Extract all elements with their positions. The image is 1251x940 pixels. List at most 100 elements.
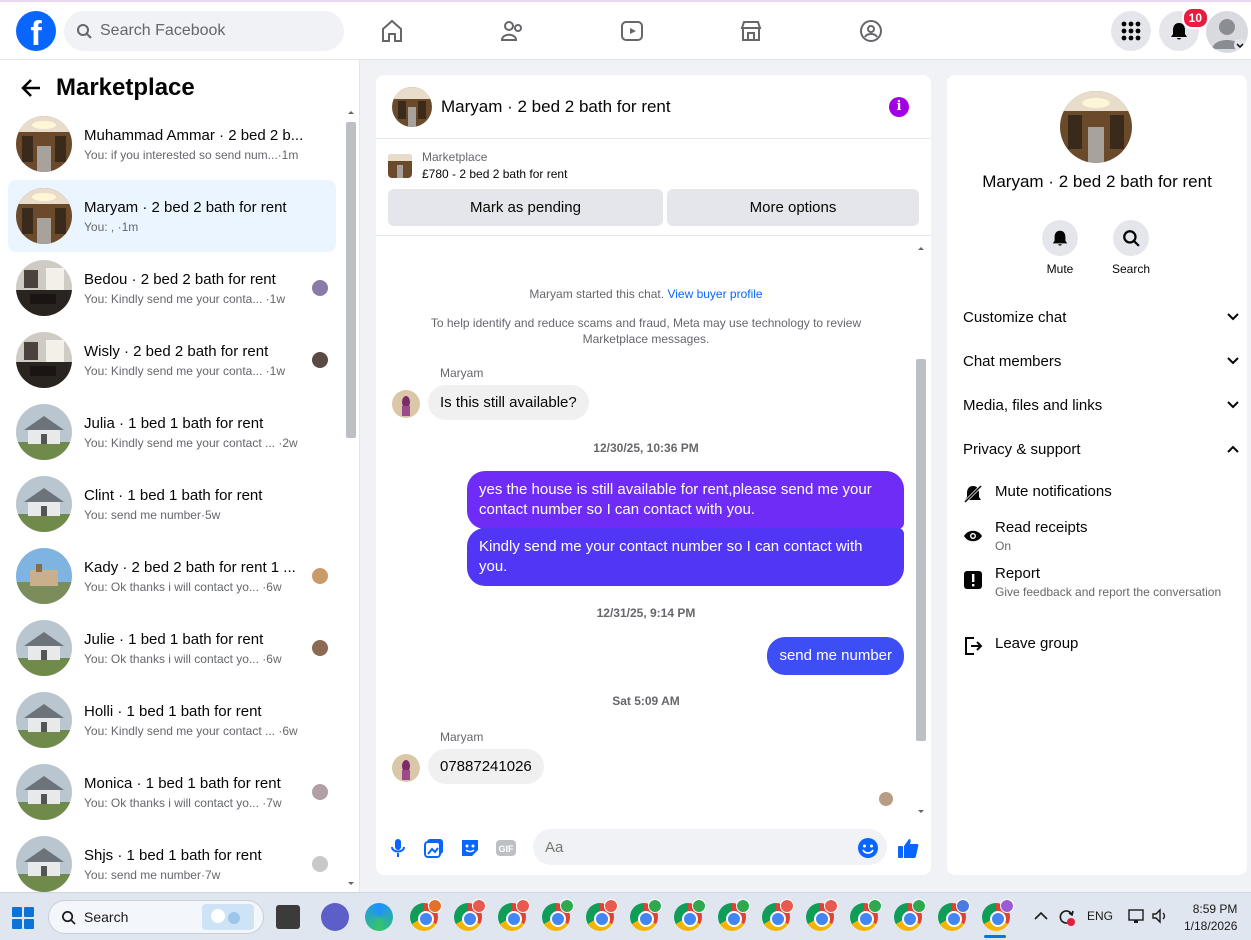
marketplace-icon[interactable]	[736, 16, 766, 46]
chrome-icon[interactable]	[806, 899, 838, 931]
view-buyer-profile-link[interactable]: View buyer profile	[667, 287, 762, 301]
customize-chat-section[interactable]: Customize chat	[963, 305, 1239, 329]
conversation-item[interactable]: Julie · 1 bed 1 bath for rent You: Ok tha…	[8, 612, 336, 684]
search-highlight-icon	[202, 904, 254, 930]
chat-title[interactable]: Maryam · 2 bed 2 bath for rent	[441, 97, 671, 117]
network-icon[interactable]	[1128, 907, 1146, 925]
task-view-icon[interactable]	[276, 905, 300, 929]
scrollbar-thumb[interactable]	[346, 122, 356, 438]
emoji-icon[interactable]	[857, 837, 879, 859]
conversation-item[interactable]: Muhammad Ammar · 2 bed 2 b... You: if you…	[8, 108, 336, 180]
gif-icon[interactable]: GIF	[495, 837, 517, 859]
sticker-icon[interactable]	[459, 837, 481, 859]
chrome-icon[interactable]	[454, 899, 486, 931]
friends-icon[interactable]	[497, 16, 527, 46]
conversation-avatar	[16, 692, 72, 748]
chrome-icon[interactable]	[410, 899, 442, 931]
chrome-icon[interactable]	[938, 899, 970, 931]
search-chat-button[interactable]: Search	[1101, 220, 1161, 276]
clock-date: 1/18/2026	[1184, 919, 1238, 933]
facebook-logo[interactable]: f	[16, 11, 56, 51]
conversation-avatar	[16, 764, 72, 820]
report-item[interactable]: Report Give feedback and report the conve…	[963, 565, 1233, 600]
message-incoming[interactable]: Is this still available?	[428, 385, 589, 420]
teams-icon[interactable]	[321, 903, 349, 931]
chat-panel: Maryam · 2 bed 2 bath for rent i Marketp…	[376, 75, 931, 875]
message-incoming[interactable]: 07887241026	[428, 749, 544, 784]
conversation-avatar	[16, 188, 72, 244]
listing-avatar[interactable]	[392, 86, 432, 127]
seen-avatar	[312, 640, 328, 656]
menu-button[interactable]	[1111, 11, 1151, 51]
conversation-item[interactable]: Monica · 1 bed 1 bath for rent You: Ok th…	[8, 756, 336, 828]
chrome-icon[interactable]	[674, 899, 706, 931]
chrome-icon[interactable]	[850, 899, 882, 931]
message-outgoing[interactable]: yes the house is still available for ren…	[467, 471, 904, 529]
info-icon[interactable]: i	[889, 97, 909, 117]
home-icon[interactable]	[377, 16, 407, 46]
chat-scrollbar[interactable]	[914, 244, 928, 816]
back-arrow-icon[interactable]	[20, 77, 42, 99]
system-clock[interactable]: 8:59 PM 1/18/2026	[1184, 901, 1237, 935]
item-label: Report	[995, 565, 1041, 582]
scrollbar-thumb[interactable]	[916, 359, 926, 741]
language-indicator[interactable]: ENG	[1087, 909, 1113, 923]
conversation-item[interactable]: Shjs · 1 bed 1 bath for rent You: send me…	[8, 828, 336, 900]
edge-icon[interactable]	[365, 903, 393, 931]
section-label: Chat members	[963, 352, 1062, 370]
profile-avatar[interactable]	[1206, 11, 1248, 53]
marketplace-listing[interactable]: Marketplace £780 - 2 bed 2 bath for rent	[388, 150, 567, 181]
speaker-icon[interactable]	[1151, 907, 1169, 925]
message-input-box[interactable]	[533, 829, 887, 865]
chrome-icon[interactable]	[542, 899, 574, 931]
conversation-item[interactable]: Wisly · 2 bed 2 bath for rent You: Kindly…	[8, 324, 336, 396]
video-icon[interactable]	[617, 16, 647, 46]
chat-members-section[interactable]: Chat members	[963, 349, 1239, 373]
sync-icon[interactable]	[1056, 907, 1076, 927]
conversation-title: Shjs · 1 bed 1 bath for rent	[84, 846, 262, 864]
conversation-item[interactable]: Bedou · 2 bed 2 bath for rent You: Kindly…	[8, 252, 336, 324]
privacy-support-section[interactable]: Privacy & support	[963, 437, 1239, 461]
leave-group-item[interactable]: Leave group	[963, 635, 1233, 656]
chrome-icon[interactable]	[586, 899, 618, 931]
conversation-preview: You: Ok thanks i will contact yo... ·6w	[84, 579, 282, 594]
conversation-item[interactable]: Clint · 1 bed 1 bath for rent You: send m…	[8, 468, 336, 540]
maryam-avatar[interactable]	[392, 754, 420, 782]
mute-button[interactable]: Mute	[1030, 220, 1090, 276]
conversation-title: Wisly · 2 bed 2 bath for rent	[84, 342, 269, 360]
conversation-item[interactable]: Holli · 1 bed 1 bath for rent You: Kindly…	[8, 684, 336, 756]
chrome-icon[interactable]	[718, 899, 750, 931]
taskbar-search[interactable]	[48, 900, 264, 934]
chrome-icon[interactable]	[762, 899, 794, 931]
sidebar-scrollbar[interactable]	[344, 108, 358, 888]
conversation-item[interactable]: Julia · 1 bed 1 bath for rent You: Kindly…	[8, 396, 336, 468]
message-outgoing[interactable]: send me number	[767, 637, 904, 675]
message-outgoing[interactable]: Kindly send me your contact number so I …	[467, 528, 904, 586]
message-input[interactable]	[545, 838, 845, 856]
conversation-item[interactable]: Kady · 2 bed 2 bath for rent 1 ... You: O…	[8, 540, 336, 612]
windows-start-icon[interactable]	[12, 907, 34, 929]
chrome-icon[interactable]	[894, 899, 926, 931]
conversation-item[interactable]: Maryam · 2 bed 2 bath for rent You: , ·1m	[8, 180, 336, 252]
chrome-icon-active[interactable]	[982, 899, 1014, 931]
message-composer: GIF	[376, 820, 931, 875]
like-icon[interactable]	[897, 837, 919, 859]
taskbar-search-input[interactable]	[84, 909, 194, 925]
groups-icon[interactable]	[856, 16, 886, 46]
media-files-section[interactable]: Media, files and links	[963, 393, 1239, 417]
chrome-icon[interactable]	[630, 899, 662, 931]
read-receipts-item[interactable]: Read receipts On	[963, 519, 1233, 554]
microphone-icon[interactable]	[387, 837, 409, 859]
more-options-button[interactable]: More options	[667, 189, 919, 226]
chevron-up-icon[interactable]	[1034, 911, 1048, 921]
chrome-icon[interactable]	[498, 899, 530, 931]
mute-notifications-item[interactable]: Mute notifications	[963, 483, 1233, 504]
search-input[interactable]	[100, 22, 320, 40]
maryam-avatar[interactable]	[392, 390, 420, 418]
listing-avatar-large[interactable]	[1060, 91, 1132, 163]
search-facebook[interactable]	[64, 11, 344, 51]
grid-icon	[1121, 21, 1141, 41]
mark-pending-button[interactable]: Mark as pending	[388, 189, 663, 226]
notifications-button[interactable]: 10	[1159, 7, 1209, 51]
photo-icon[interactable]	[423, 837, 445, 859]
